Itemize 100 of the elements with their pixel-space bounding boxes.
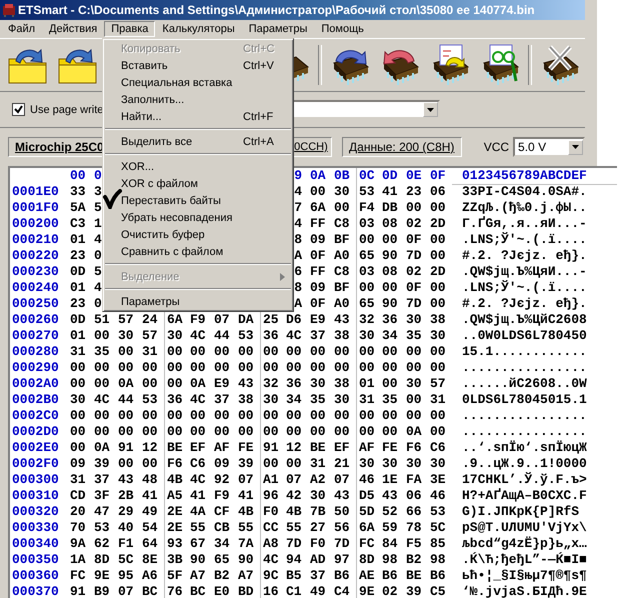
menu-item[interactable]: Очистить буфер — [103, 226, 293, 243]
hex-byte: 38 — [334, 328, 350, 343]
column-header: 0A — [310, 168, 326, 183]
hex-byte: 09 — [70, 456, 86, 471]
hex-byte: 36 — [263, 328, 279, 343]
hex-byte: 00 — [263, 344, 279, 359]
menu-item[interactable]: XOR с файлом — [103, 175, 293, 192]
hex-byte: 54 — [142, 520, 158, 535]
ascii-text: Г.ҐGя,.я..яИ...- — [461, 216, 588, 232]
hex-byte: 0A — [94, 440, 110, 455]
hex-byte: 00 — [382, 408, 398, 423]
hex-byte: 0F — [310, 296, 326, 311]
hex-byte: 00 — [118, 408, 134, 423]
hex-byte: 90 — [382, 296, 398, 311]
hex-byte: 08 — [382, 216, 398, 231]
hex-byte: 00 — [406, 200, 422, 215]
menu-item[interactable]: Переставить байты — [103, 192, 293, 209]
checkbox[interactable] — [12, 103, 25, 116]
hex-byte: F0 — [310, 536, 326, 551]
hex-byte: 00 — [310, 184, 326, 199]
hex-address: 000220 — [12, 248, 60, 264]
hex-byte: 8 — [294, 232, 302, 247]
hex-byte: A6 — [142, 568, 158, 583]
hex-byte: 8 — [294, 280, 302, 295]
hex-byte: 41 — [238, 488, 254, 503]
menu-item[interactable]: XOR... — [103, 158, 293, 175]
hex-byte: 0D — [70, 312, 86, 327]
ascii-text: #.2. ?Jєjz. eђ}. — [461, 296, 588, 312]
hex-byte: 7D — [406, 296, 422, 311]
hex-byte: 00 — [263, 456, 279, 471]
hex-byte: 09 — [310, 280, 326, 295]
hex-byte: 53 — [142, 392, 158, 407]
ascii-text: 17CHKL’.Ў.ў.F.ъ> — [461, 472, 588, 488]
menu-item[interactable]: Убрать несовпадения — [103, 209, 293, 226]
menu-bar-item[interactable]: Помощь — [314, 21, 371, 37]
hex-byte: 2E — [167, 504, 183, 519]
hex-byte: 90 — [238, 552, 254, 567]
hex-byte: 09 — [214, 456, 230, 471]
hex-byte: 00 — [286, 344, 302, 359]
hex-byte: A2 — [310, 472, 326, 487]
hex-byte: C5 — [430, 584, 446, 598]
hex-byte: C1 — [286, 584, 302, 598]
column-header: 0D — [382, 168, 398, 183]
hex-byte: 00 — [406, 344, 422, 359]
hex-byte: 0F — [406, 232, 422, 247]
menu-item[interactable]: Вставить Ctrl+V — [103, 57, 293, 74]
hex-byte: 00 — [94, 424, 110, 439]
menu-bar-item[interactable]: Файл — [1, 21, 42, 37]
hex-byte: 32 — [263, 376, 279, 391]
hex-byte: 0F — [406, 280, 422, 295]
hex-byte: C8 — [334, 264, 350, 279]
ascii-text: ьћ•¦_§І§њµ7¶®¶ѕ¶ — [461, 568, 588, 584]
hex-byte: 30 — [359, 328, 375, 343]
hex-address: 0002A0 — [12, 376, 60, 392]
hex-byte: 00 — [359, 232, 375, 247]
hex-byte: B2 — [406, 552, 422, 567]
hex-byte: 6 — [294, 264, 302, 279]
hex-byte: BD — [238, 584, 254, 598]
ascii-text: 33PI-C4S04.0SA#. — [461, 184, 588, 200]
menu-bar-item[interactable]: Калькуляторы — [155, 21, 242, 37]
hex-byte: 9A — [70, 536, 86, 551]
hex-byte: 31 — [310, 456, 326, 471]
menu-item[interactable]: Заполнить... — [103, 91, 293, 108]
menu-bar-item[interactable]: Правка — [104, 21, 156, 37]
hex-byte: 4C — [190, 392, 206, 407]
hex-byte: 0A — [118, 376, 134, 391]
menu-item[interactable]: Найти... Ctrl+F — [103, 108, 293, 125]
hex-byte: FA — [406, 472, 422, 487]
hex-byte: BE — [406, 568, 422, 583]
hex-byte: 00 — [263, 360, 279, 375]
hex-byte: 46 — [359, 472, 375, 487]
menu-item[interactable]: Сравнить с файлом — [103, 243, 293, 260]
hex-byte: 2D — [430, 264, 446, 279]
menu-item[interactable]: Параметры — [103, 293, 293, 310]
hex-byte: 31 — [359, 392, 375, 407]
hex-byte: 00 — [167, 424, 183, 439]
hex-byte: 44 — [118, 392, 134, 407]
vcc-dropdown[interactable]: 5.0 V — [513, 137, 585, 157]
hex-byte: 4C — [263, 552, 279, 567]
app-icon — [2, 3, 16, 17]
hex-byte: 23 — [70, 296, 86, 311]
checkbox-label: Use page write — [30, 104, 104, 116]
menu-bar-item[interactable]: Параметры — [242, 21, 314, 37]
hex-byte: 00 — [430, 200, 446, 215]
ascii-text: ......йC2608..0W — [461, 376, 588, 392]
menu-item[interactable]: Специальная вставка — [103, 74, 293, 91]
menu-bar-item[interactable]: Действия — [42, 21, 104, 37]
ascii-text: .LNS;Ў'~.(.ї.... — [461, 232, 588, 248]
hex-byte: FF — [310, 264, 326, 279]
hex-byte: 30 — [406, 312, 422, 327]
hex-address: 0001E0 — [12, 184, 60, 200]
hex-byte: 34 — [382, 328, 398, 343]
hex-byte: C4 — [334, 584, 350, 598]
hex-byte: 00 — [214, 360, 230, 375]
hex-byte: A1 — [263, 472, 279, 487]
hex-byte: 59 — [382, 520, 398, 535]
hex-byte: 38 — [430, 312, 446, 327]
hex-byte: 39 — [406, 584, 422, 598]
hex-byte: 9E — [94, 568, 110, 583]
hex-byte: 00 — [70, 376, 86, 391]
